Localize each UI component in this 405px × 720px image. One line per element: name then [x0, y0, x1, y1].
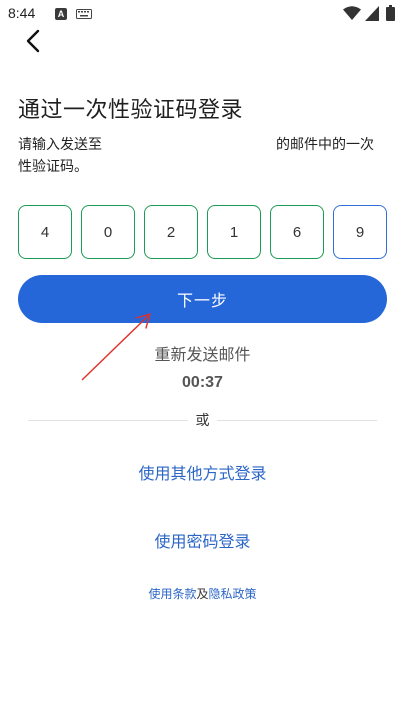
otp-input-group: 4 0 2 1 6 9 [18, 205, 388, 259]
description-line2: 性验证码。 [18, 159, 88, 175]
status-time: 8:44 [8, 5, 36, 21]
divider-left [28, 420, 188, 421]
footer-and-text: 及 [196, 587, 209, 601]
next-button[interactable]: 下一步 [18, 275, 387, 323]
password-login-link[interactable]: 使用密码登录 [0, 528, 405, 552]
alt-login-link[interactable]: 使用其他方式登录 [0, 460, 405, 484]
otp-digit-3[interactable]: 2 [144, 205, 198, 259]
privacy-link[interactable]: 隐私政策 [209, 587, 257, 601]
chevron-left-icon [26, 29, 40, 53]
otp-digit-4[interactable]: 1 [207, 205, 261, 259]
a-notification-icon: A [55, 8, 67, 20]
resend-countdown: 00:37 [182, 374, 223, 391]
back-button[interactable] [18, 27, 48, 55]
description-prefix: 请输入发送至 [18, 137, 102, 153]
otp-digit-1[interactable]: 4 [18, 205, 72, 259]
battery-icon [386, 5, 395, 21]
status-bar: 8:44 A [0, 0, 405, 28]
otp-digit-6[interactable]: 9 [333, 205, 387, 259]
terms-link[interactable]: 使用条款 [148, 587, 196, 601]
page-title: 通过一次性验证码登录 [18, 98, 244, 123]
otp-digit-5[interactable]: 6 [270, 205, 324, 259]
divider-right [217, 420, 377, 421]
keyboard-icon [76, 9, 92, 19]
wifi-icon [343, 6, 361, 20]
or-label: 或 [195, 413, 210, 429]
footer-links: 使用条款及隐私政策 [0, 585, 405, 602]
signal-icon [365, 6, 379, 21]
otp-digit-2[interactable]: 0 [81, 205, 135, 259]
description-suffix: 的邮件中的一次 [276, 137, 374, 153]
resend-email-link[interactable]: 重新发送邮件 [0, 341, 405, 365]
